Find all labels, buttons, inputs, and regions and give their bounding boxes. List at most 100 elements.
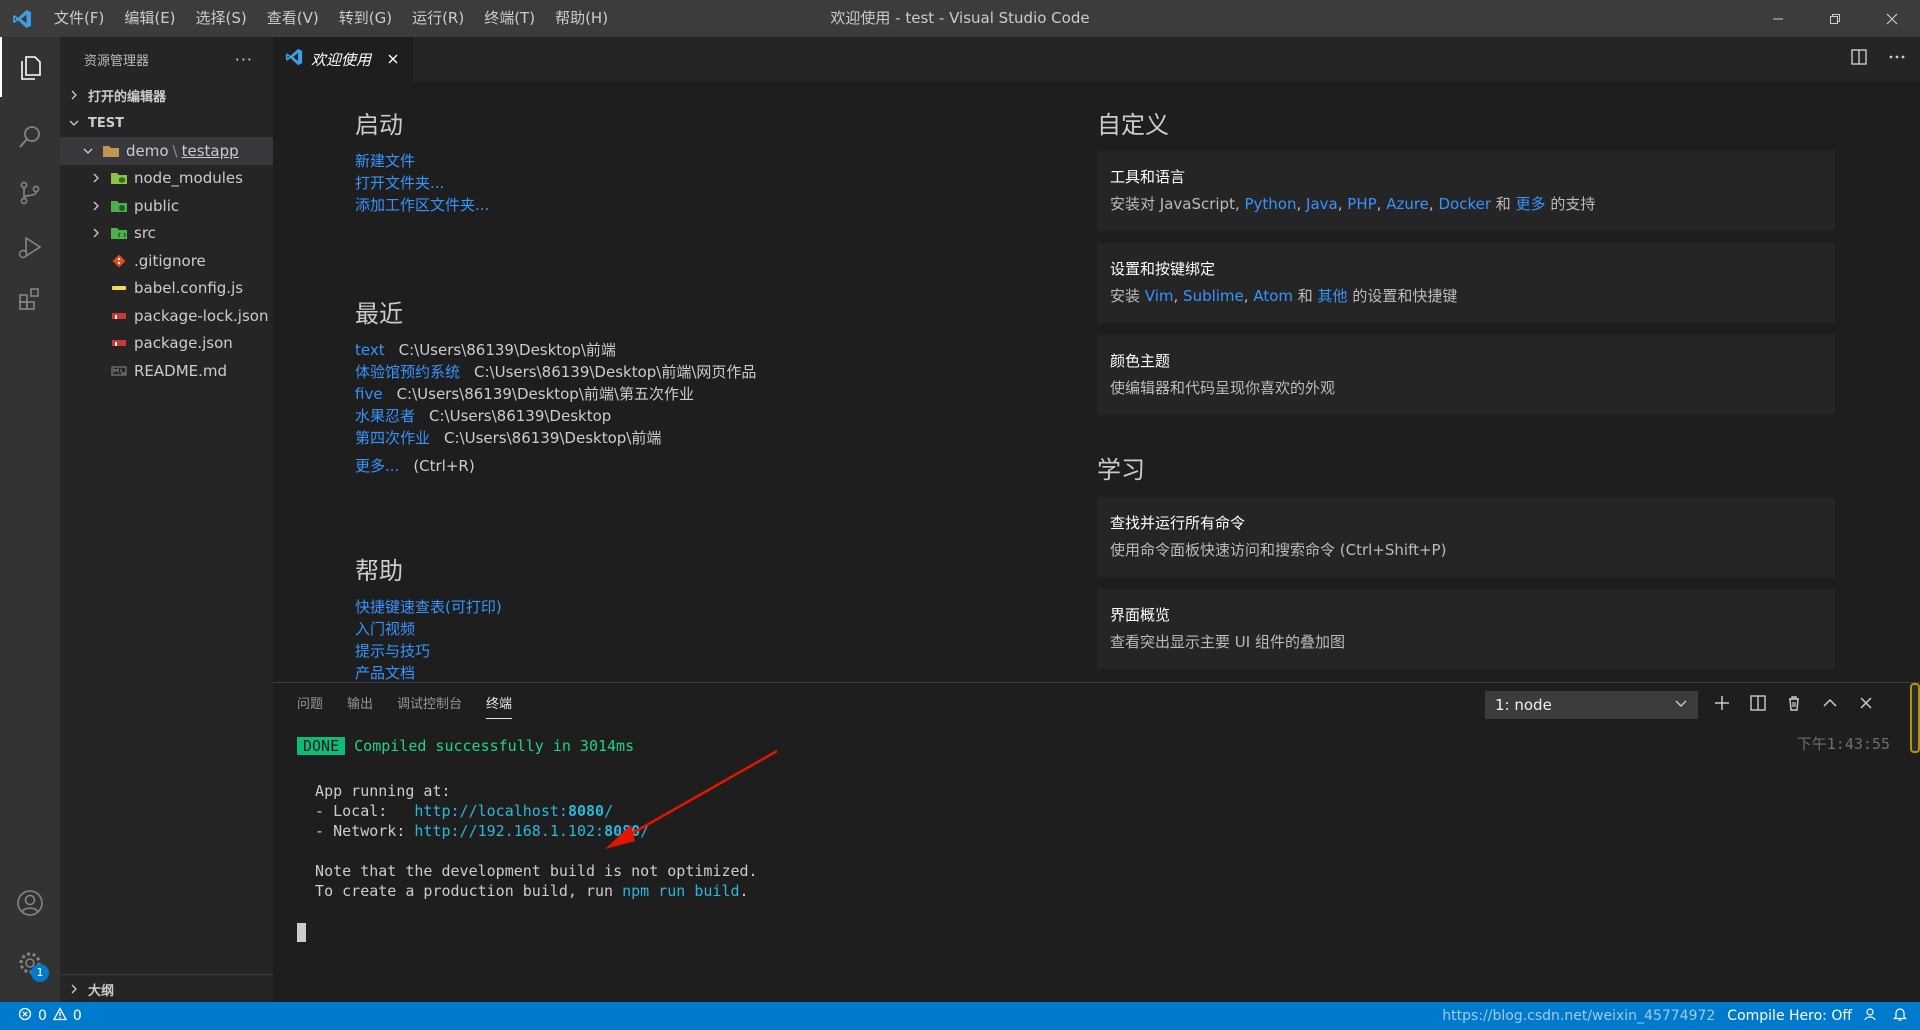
card-description: 查看突出显示主要 UI 组件的叠加图 [1110, 633, 1345, 651]
restore-button[interactable] [1806, 0, 1863, 37]
card-title: 界面概览 [1110, 606, 1171, 624]
open-folder-link[interactable]: 打开文件夹... [355, 172, 489, 194]
recent-item-link[interactable]: 水果忍者 [355, 407, 415, 425]
annotation-arrow-icon [605, 749, 778, 849]
compile-hero-status[interactable]: Compile Hero: Off [1727, 1008, 1852, 1024]
workspace-section[interactable]: TEST [60, 109, 273, 137]
tips-tricks-link[interactable]: 提示与技巧 [355, 640, 502, 662]
card-color-theme[interactable]: 颜色主题 使编辑器和代码呈现你喜欢的外观 [1097, 335, 1835, 415]
account-icon[interactable] [0, 873, 60, 933]
editor-tab-bar: 欢迎使用 [273, 37, 1920, 81]
explorer-header: 资源管理器 ··· [60, 37, 273, 81]
lang-link-php[interactable]: PHP [1347, 195, 1376, 213]
keymap-link-atom[interactable]: Atom [1253, 287, 1293, 305]
tree-item-public[interactable]: public [60, 192, 273, 220]
tree-item-src[interactable]: src [60, 220, 273, 248]
terminal-line-done: DONE Compiled successfully in 3014ms [297, 736, 1887, 756]
terminal-output[interactable]: DONE Compiled successfully in 3014ms App… [297, 733, 1887, 943]
menu-edit[interactable]: 编辑(E) [114, 0, 185, 37]
maximize-panel-icon[interactable] [1821, 694, 1839, 716]
recent-item-link[interactable]: five [355, 385, 383, 403]
close-panel-icon[interactable] [1857, 694, 1875, 716]
lang-link-java[interactable]: Java [1306, 195, 1338, 213]
tree-item-package-json[interactable]: package.json [60, 330, 273, 358]
close-icon[interactable] [385, 51, 401, 67]
extensions-icon[interactable] [0, 269, 60, 329]
tree-folder-testapp[interactable]: demo \ testapp [60, 137, 273, 165]
lang-link-azure[interactable]: Azure [1386, 195, 1429, 213]
terminal-scrollbar[interactable] [1910, 683, 1920, 753]
local-url[interactable]: http://localhost:8080/ [414, 802, 613, 820]
keymap-link-vim[interactable]: Vim [1145, 287, 1174, 305]
menu-go[interactable]: 转到(G) [329, 0, 402, 37]
recent-more: 更多... (Ctrl+R) [355, 455, 756, 477]
notifications-bell-icon[interactable] [1892, 1006, 1908, 1026]
keyboard-cheatsheet-link[interactable]: 快捷键速查表(可打印) [355, 596, 502, 618]
tree-item-package-lock[interactable]: package-lock.json [60, 302, 273, 330]
recent-item-path: C:\Users\86139\Desktop\前端 [398, 341, 616, 359]
more-actions-icon[interactable] [1888, 48, 1906, 70]
lang-link-python[interactable]: Python [1245, 195, 1297, 213]
tab-problems[interactable]: 问题 [297, 683, 323, 727]
product-docs-link[interactable]: 产品文档 [355, 662, 502, 681]
menu-file[interactable]: 文件(F) [44, 0, 114, 37]
card-interface-overview[interactable]: 界面概览 查看突出显示主要 UI 组件的叠加图 [1097, 589, 1835, 669]
minimize-button[interactable] [1749, 0, 1806, 37]
markdown-icon [110, 363, 128, 379]
search-icon[interactable] [0, 107, 60, 167]
explorer-icon[interactable] [0, 37, 60, 97]
card-tools-languages[interactable]: 工具和语言 安装对 JavaScript, Python, Java, PHP,… [1097, 151, 1835, 231]
outline-section[interactable]: 大纲 [60, 974, 273, 1002]
tree-item-gitignore[interactable]: .gitignore [60, 247, 273, 275]
recent-item-link[interactable]: 第四次作业 [355, 429, 430, 447]
tab-output[interactable]: 输出 [347, 683, 373, 727]
keymap-link-sublime[interactable]: Sublime [1183, 287, 1244, 305]
recent-item-link[interactable]: 体验馆预约系统 [355, 363, 460, 381]
chevron-right-icon [66, 981, 82, 997]
new-file-link[interactable]: 新建文件 [355, 150, 489, 172]
folder-node-icon [110, 170, 128, 186]
intro-videos-link[interactable]: 入门视频 [355, 618, 502, 640]
tree-item-babel-config[interactable]: babel.config.js [60, 275, 273, 303]
tab-terminal[interactable]: 终端 [486, 683, 513, 727]
menu-terminal[interactable]: 终端(T) [474, 0, 545, 37]
close-window-button[interactable] [1863, 0, 1920, 37]
lang-link-more[interactable]: 更多 [1516, 195, 1546, 213]
tab-debug-console[interactable]: 调试控制台 [397, 683, 462, 727]
explorer-sidebar: 资源管理器 ··· 打开的编辑器 TEST demo \ testapp nod… [60, 37, 273, 1002]
menu-view[interactable]: 查看(V) [257, 0, 329, 37]
problems-status[interactable]: 0 0 [0, 1007, 82, 1025]
feedback-icon[interactable] [1864, 1006, 1880, 1026]
lang-link-docker[interactable]: Docker [1438, 195, 1491, 213]
local-url-host: http://localhost: [414, 802, 568, 820]
new-terminal-icon[interactable] [1713, 694, 1731, 716]
add-workspace-folder-link[interactable]: 添加工作区文件夹... [355, 194, 489, 216]
tree-item-readme[interactable]: README.md [60, 357, 273, 385]
split-editor-icon[interactable] [1850, 48, 1868, 70]
build-hint: To create a production build, run [297, 882, 623, 900]
card-find-commands[interactable]: 查找并运行所有命令 使用命令面板快速访问和搜索命令 (Ctrl+Shift+P) [1097, 497, 1835, 577]
recent-item-link[interactable]: text [355, 341, 385, 359]
keymap-link-other[interactable]: 其他 [1318, 287, 1348, 305]
open-editors-section[interactable]: 打开的编辑器 [60, 81, 273, 109]
split-terminal-icon[interactable] [1749, 694, 1767, 716]
card-desc-text: 安装对 JavaScript, [1110, 195, 1245, 213]
menu-help[interactable]: 帮助(H) [545, 0, 618, 37]
tree-item-label: node_modules [134, 169, 243, 188]
recent-more-link[interactable]: 更多... [355, 457, 399, 475]
terminal-select[interactable]: 1: node [1485, 691, 1698, 719]
settings-gear-icon[interactable]: 1 [0, 933, 60, 993]
source-control-icon[interactable] [0, 163, 60, 223]
workspace-label: TEST [88, 115, 124, 131]
tree-item-node-modules[interactable]: node_modules [60, 165, 273, 193]
network-label: - Network: [297, 822, 415, 840]
explorer-more-button[interactable]: ··· [235, 50, 253, 69]
tab-welcome[interactable]: 欢迎使用 [273, 37, 413, 81]
trash-icon[interactable] [1785, 694, 1803, 716]
run-debug-icon[interactable] [0, 217, 60, 277]
card-settings-keybindings[interactable]: 设置和按键绑定 安装 Vim, Sublime, Atom 和 其他 的设置和快… [1097, 243, 1835, 323]
recent-item-path: C:\Users\86139\Desktop\前端\第五次作业 [396, 385, 694, 403]
customize-heading: 自定义 [1097, 111, 1169, 139]
menu-run[interactable]: 运行(R) [402, 0, 474, 37]
menu-selection[interactable]: 选择(S) [186, 0, 257, 37]
